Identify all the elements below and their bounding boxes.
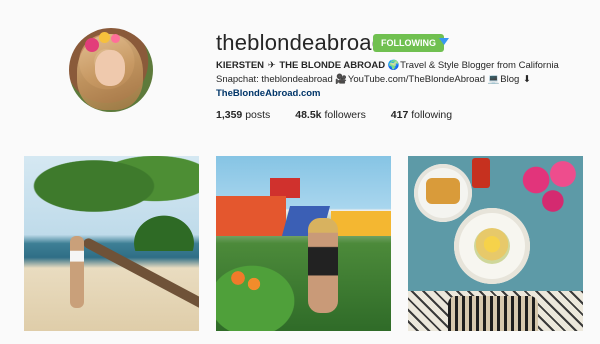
followers-stat[interactable]: 48.5k followers	[295, 109, 369, 121]
building-roof	[270, 178, 300, 198]
following-label: following	[411, 109, 453, 121]
website-link[interactable]: TheBlondeAbroad.com	[216, 87, 559, 101]
bio-line-2: Snapchat: theblondeabroad 🎥 YouTube.com/…	[216, 73, 559, 87]
trees	[129, 211, 199, 251]
computer-icon: 💻	[487, 74, 500, 85]
globe-icon: 🌍	[387, 60, 400, 71]
following-count: 417	[390, 109, 409, 121]
bio-youtube: YouTube.com/TheBlondeAbroad	[347, 74, 486, 85]
bio-line-1: KIERSTEN ✈ THE BLONDE ABROAD 🌍 Travel & …	[216, 59, 559, 73]
bio-blog: Blog	[500, 74, 520, 85]
avatar-flower	[111, 34, 120, 43]
building	[216, 196, 286, 236]
posts-stat: 1,359 posts	[216, 109, 273, 121]
posts-count: 1,359	[216, 109, 243, 121]
airplane-icon: ✈	[267, 60, 276, 71]
camera-icon: 🎥	[335, 74, 348, 85]
profile-avatar[interactable]	[69, 28, 153, 112]
juice-glass	[472, 158, 490, 188]
person	[70, 236, 84, 308]
pink-flowers	[516, 156, 583, 216]
bio-snapchat: Snapchat: theblondeabroad	[216, 74, 333, 85]
profile-stats: 1,359 posts 48.5k followers 417 followin…	[216, 109, 474, 121]
chevron-down-icon[interactable]	[439, 38, 449, 45]
food	[426, 178, 460, 204]
avatar-flower	[85, 38, 99, 52]
post-thumbnail-colorful-building[interactable]	[216, 156, 391, 331]
posts-label: posts	[245, 109, 271, 121]
following-button[interactable]: FOLLOWING	[373, 34, 444, 52]
followers-count: 48.5k	[295, 109, 322, 121]
bio-description: Travel & Style Blogger from California	[400, 60, 559, 71]
person	[308, 218, 338, 313]
bio-name: THE BLONDE ABROAD	[279, 60, 386, 71]
post-thumbnail-beach[interactable]	[24, 156, 199, 331]
post-thumbnail-breakfast[interactable]	[408, 156, 583, 331]
building	[331, 211, 391, 236]
chair	[448, 296, 538, 331]
profile-username: theblondeabroad	[216, 30, 385, 55]
flowers	[226, 266, 266, 296]
following-stat[interactable]: 417 following	[391, 109, 452, 121]
food	[474, 228, 510, 264]
down-arrow-icon: ⬇	[522, 74, 531, 85]
followers-label: followers	[324, 109, 366, 121]
avatar-face	[95, 50, 125, 86]
bio-name-prefix: KIERSTEN	[216, 60, 265, 71]
profile-bio: KIERSTEN ✈ THE BLONDE ABROAD 🌍 Travel & …	[216, 59, 559, 101]
avatar-flower	[99, 32, 110, 43]
